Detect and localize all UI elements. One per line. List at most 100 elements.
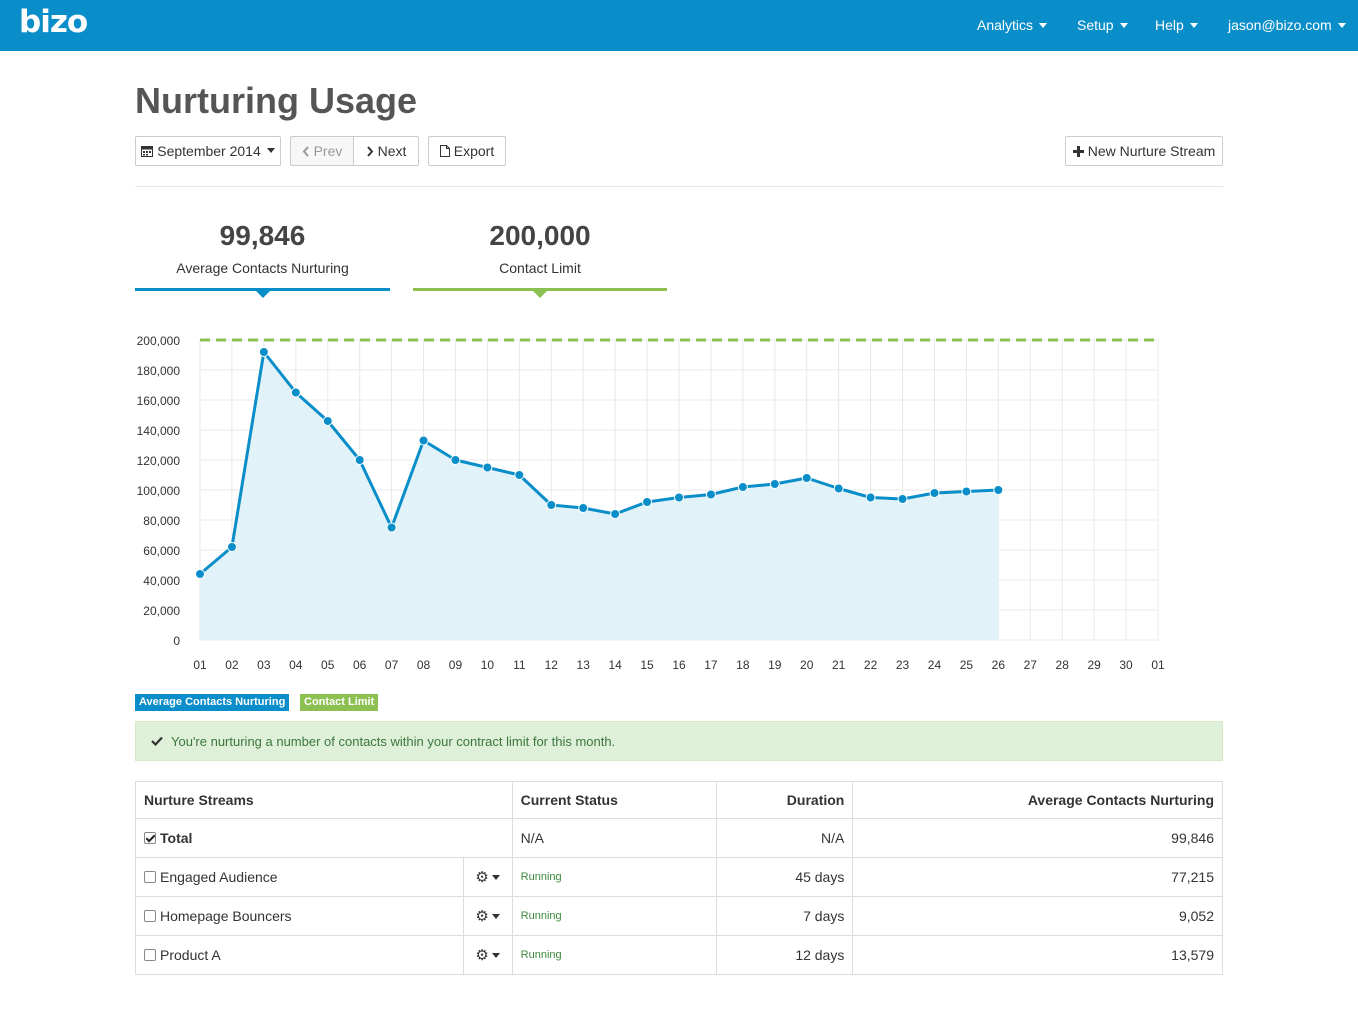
column-header-duration: Duration bbox=[716, 781, 854, 819]
column-header-average-contacts: Average Contacts Nurturing bbox=[852, 781, 1223, 819]
data-point bbox=[354, 455, 365, 465]
table-row: Product A ⚙ Running 12 days 13,579 bbox=[135, 935, 1223, 975]
stat-limit-pointer bbox=[533, 291, 547, 298]
status-running: Running bbox=[511, 857, 718, 897]
nav-user-menu[interactable]: jason@bizo.com bbox=[1228, 17, 1346, 33]
data-point bbox=[929, 488, 940, 498]
x-tick-label: 01 bbox=[1151, 658, 1165, 672]
x-tick-label: 19 bbox=[768, 658, 782, 672]
x-tick-label: 25 bbox=[960, 658, 974, 672]
checkbox[interactable] bbox=[144, 832, 156, 845]
nav-setup[interactable]: Setup bbox=[1077, 17, 1128, 33]
x-tick-label: 21 bbox=[832, 658, 846, 672]
y-tick-label: 140,000 bbox=[137, 424, 181, 438]
stream-actions-button[interactable]: ⚙ bbox=[462, 857, 513, 897]
stat-contact-limit[interactable]: 200,000 Contact Limit bbox=[413, 220, 667, 276]
y-tick-label: 80,000 bbox=[143, 514, 180, 528]
x-tick-label: 11 bbox=[513, 658, 526, 672]
x-tick-label: 01 bbox=[193, 658, 207, 672]
stream-name-cell: Product A bbox=[135, 935, 464, 975]
x-tick-label: 03 bbox=[257, 658, 271, 672]
x-tick-label: 14 bbox=[608, 658, 622, 672]
stream-name: Product A bbox=[160, 947, 221, 963]
x-tick-label: 06 bbox=[353, 658, 367, 672]
next-button[interactable]: Next bbox=[353, 136, 419, 166]
data-point bbox=[833, 483, 844, 494]
stream-actions-button[interactable]: ⚙ bbox=[462, 896, 513, 936]
x-tick-label: 23 bbox=[896, 658, 910, 672]
average-contacts-label: Average Contacts Nurturing bbox=[176, 260, 349, 276]
data-point bbox=[610, 509, 621, 519]
month-picker-button[interactable]: September 2014 bbox=[135, 136, 281, 166]
new-nurture-stream-button[interactable]: New Nurture Stream bbox=[1065, 136, 1223, 166]
nav-help-label: Help bbox=[1155, 17, 1184, 33]
chevron-down-icon bbox=[491, 952, 500, 958]
average-cell: 9,052 bbox=[852, 896, 1223, 936]
x-tick-label: 02 bbox=[225, 658, 239, 672]
checkbox[interactable] bbox=[144, 949, 156, 962]
gear-icon: ⚙ bbox=[475, 869, 489, 886]
contact-limit-label: Contact Limit bbox=[499, 260, 581, 276]
nav-analytics[interactable]: Analytics bbox=[977, 17, 1048, 33]
y-tick-label: 60,000 bbox=[143, 544, 180, 558]
legend-contact-limit: Contact Limit bbox=[300, 694, 379, 711]
x-tick-label: 12 bbox=[545, 658, 559, 672]
prev-label: Prev bbox=[313, 143, 343, 159]
stream-actions-button[interactable]: ⚙ bbox=[462, 935, 513, 975]
prev-button[interactable]: Prev bbox=[290, 136, 354, 166]
duration-cell: 45 days bbox=[716, 857, 854, 897]
data-point bbox=[769, 479, 780, 489]
x-tick-label: 04 bbox=[289, 658, 303, 672]
stat-average-contacts[interactable]: 99,846 Average Contacts Nurturing bbox=[135, 220, 390, 276]
data-point bbox=[737, 482, 748, 492]
bizo-logo[interactable]: bizo bbox=[19, 4, 88, 40]
gear-icon: ⚙ bbox=[475, 947, 489, 964]
y-tick-label: 120,000 bbox=[137, 454, 181, 468]
table-row: Homepage Bouncers ⚙ Running 7 days 9,052 bbox=[135, 896, 1223, 936]
x-tick-label: 07 bbox=[385, 658, 399, 672]
y-tick-label: 20,000 bbox=[143, 604, 180, 618]
data-point bbox=[226, 542, 237, 552]
data-point bbox=[450, 455, 461, 465]
data-point bbox=[482, 462, 493, 473]
data-point bbox=[290, 387, 301, 398]
x-tick-label: 15 bbox=[640, 658, 654, 672]
data-point bbox=[258, 347, 269, 357]
y-tick-label: 180,000 bbox=[137, 364, 181, 378]
y-tick-label: 200,000 bbox=[137, 334, 181, 348]
data-point bbox=[674, 492, 684, 503]
x-tick-label: 28 bbox=[1056, 658, 1070, 672]
user-email: jason@bizo.com bbox=[1228, 17, 1332, 33]
divider bbox=[135, 186, 1223, 187]
chevron-down-icon bbox=[491, 874, 500, 880]
file-icon bbox=[439, 145, 450, 157]
stream-name-cell: Engaged Audience bbox=[135, 857, 464, 897]
table-row-total: Total N/A N/A 99,846 bbox=[135, 818, 1223, 858]
status-alert: You're nurturing a number of contacts wi… bbox=[135, 721, 1223, 761]
x-tick-label: 13 bbox=[577, 658, 591, 672]
legend-average-contacts: Average Contacts Nurturing bbox=[135, 694, 290, 711]
data-point bbox=[578, 503, 589, 513]
checkbox[interactable] bbox=[144, 910, 156, 923]
stream-name: Engaged Audience bbox=[160, 869, 278, 885]
stream-name-cell: Homepage Bouncers bbox=[135, 896, 464, 936]
chevron-down-icon bbox=[491, 913, 500, 919]
check-icon bbox=[151, 736, 163, 746]
x-tick-label: 24 bbox=[928, 658, 942, 672]
data-point bbox=[961, 486, 972, 497]
export-label: Export bbox=[453, 143, 495, 159]
stream-name: Total bbox=[160, 830, 193, 846]
average-cell: 99,846 bbox=[852, 818, 1223, 858]
page-title: Nurturing Usage bbox=[135, 80, 418, 121]
calendar-icon bbox=[141, 146, 154, 157]
x-tick-label: 29 bbox=[1087, 658, 1101, 672]
checkbox[interactable] bbox=[144, 871, 156, 884]
nurture-streams-table: Nurture Streams Current Status Duration … bbox=[135, 781, 1223, 975]
export-button[interactable]: Export bbox=[428, 136, 506, 166]
alert-text: You're nurturing a number of contacts wi… bbox=[171, 733, 616, 749]
data-point bbox=[322, 416, 333, 426]
data-point bbox=[514, 470, 525, 480]
nav-help[interactable]: Help bbox=[1155, 17, 1198, 33]
y-tick-label: 100,000 bbox=[137, 484, 181, 498]
data-point bbox=[705, 489, 716, 500]
